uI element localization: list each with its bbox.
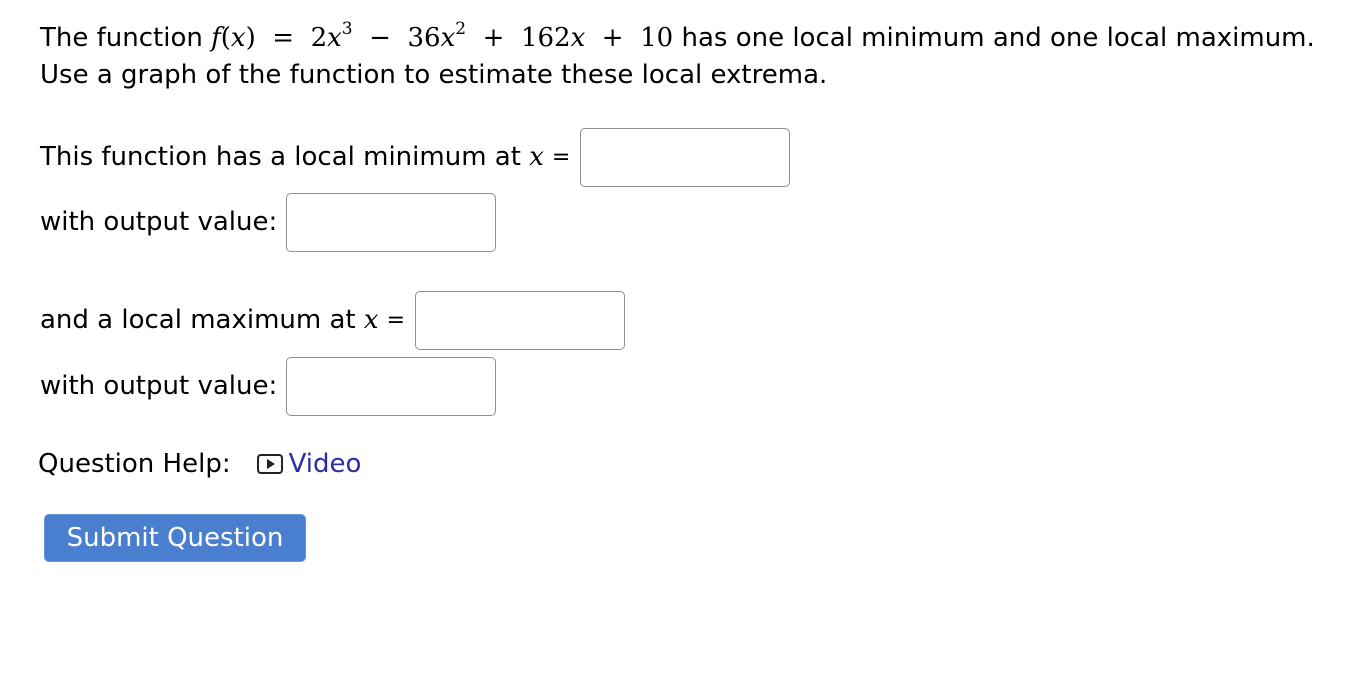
min-x-input[interactable]	[580, 127, 791, 187]
question-help-label: Question Help:	[38, 449, 231, 479]
video-play-icon[interactable]	[256, 454, 283, 474]
max-x-row: and a local maximum at x =	[40, 290, 625, 350]
max-x-label: and a local maximum at	[40, 305, 364, 335]
question-help: Question Help: Video	[38, 440, 361, 488]
max-output-input[interactable]	[285, 356, 496, 416]
max-output-row: with output value:	[40, 356, 496, 416]
min-output-row: with output value:	[40, 192, 496, 252]
min-x-var: x	[529, 142, 544, 172]
function-formula: f(x) = 2x3 − 36x2 + 162x + 10	[211, 19, 674, 54]
max-x-var: x	[363, 305, 379, 335]
min-x-label: This function has a local minimum at	[40, 142, 530, 172]
submit-question-button[interactable]: Submit Question	[44, 514, 306, 562]
min-output-input[interactable]	[285, 192, 496, 252]
max-x-input[interactable]	[415, 290, 625, 350]
question-instruction: Use a graph of the function to estimate …	[40, 60, 828, 90]
question-intro: The function	[40, 23, 212, 53]
question-rest: has one local minimum and one local maxi…	[673, 23, 1315, 53]
min-output-label: with output value:	[40, 207, 286, 237]
max-output-label: with output value:	[40, 371, 286, 401]
max-x-equals: =	[386, 307, 405, 333]
min-x-equals: =	[551, 144, 571, 170]
min-x-row: This function has a local minimum at x =	[40, 127, 791, 187]
video-link[interactable]: Video	[289, 449, 362, 479]
question-text: The function f(x) = 2x3 − 36x2 + 162x + …	[40, 20, 1340, 94]
